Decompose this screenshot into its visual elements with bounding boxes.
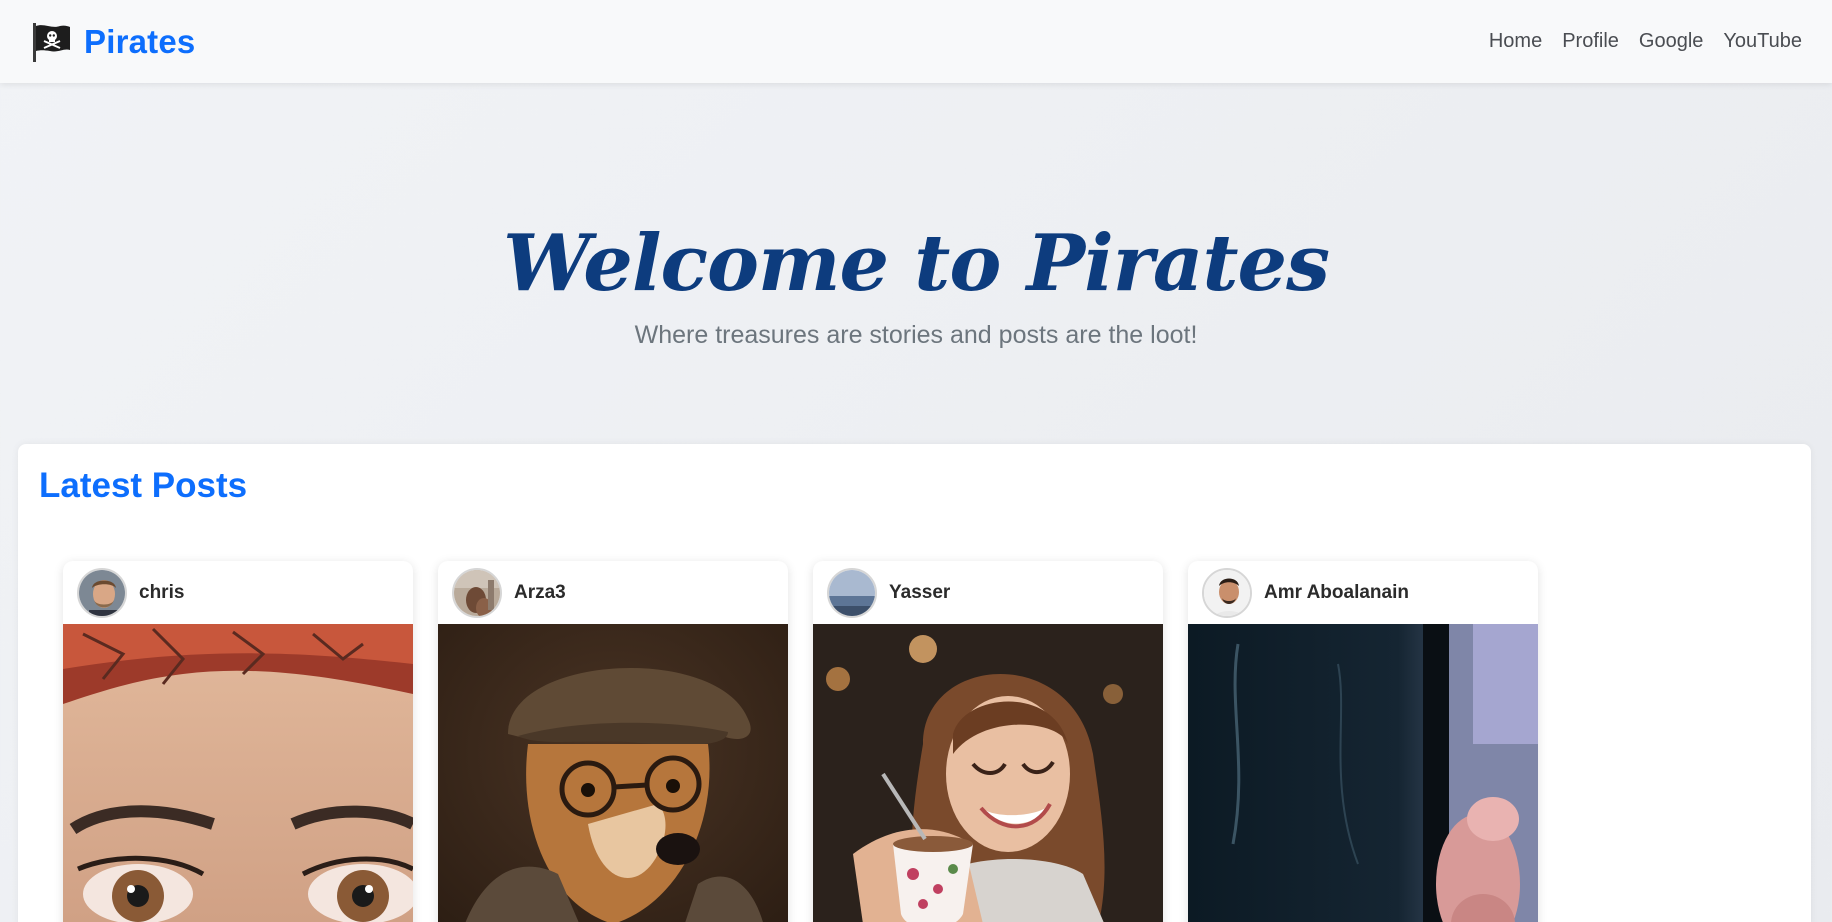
nav-link-youtube[interactable]: YouTube	[1723, 30, 1802, 53]
post-username[interactable]: chris	[139, 582, 184, 604]
pirate-flag-icon	[33, 22, 70, 62]
hero-subtitle: Where treasures are stories and posts ar…	[634, 321, 1198, 349]
post-image[interactable]	[63, 624, 413, 922]
post-header: Arza3	[438, 561, 788, 624]
section-title: Latest Posts	[39, 466, 248, 505]
post-header: Amr Aboalanain	[1188, 561, 1538, 624]
post-header: chris	[63, 561, 413, 624]
hero-title: Welcome to Pirates	[502, 218, 1330, 309]
avatar[interactable]	[1202, 567, 1252, 618]
nav-links: Home Profile Google YouTube	[1489, 30, 1802, 53]
brand-name: Pirates	[84, 22, 196, 60]
post-image[interactable]	[1188, 624, 1538, 922]
post-header: Yasser	[813, 561, 1163, 624]
avatar[interactable]	[77, 567, 127, 618]
post-card[interactable]: Arza3	[438, 561, 788, 922]
brand-link[interactable]: Pirates	[30, 20, 195, 64]
nav-link-google[interactable]: Google	[1639, 30, 1704, 53]
post-username[interactable]: Yasser	[889, 582, 950, 604]
navbar: Pirates Home Profile Google YouTube	[0, 0, 1832, 83]
post-username[interactable]: Amr Aboalanain	[1264, 582, 1409, 604]
post-card[interactable]: Amr Aboalanain	[1188, 561, 1538, 922]
hero-section: Welcome to Pirates Where treasures are s…	[0, 83, 1832, 444]
post-card[interactable]: Yasser	[813, 561, 1163, 922]
avatar[interactable]	[452, 567, 502, 618]
post-username[interactable]: Arza3	[514, 582, 566, 604]
nav-link-profile[interactable]: Profile	[1562, 30, 1619, 53]
post-card[interactable]: chris	[63, 561, 413, 922]
nav-link-home[interactable]: Home	[1489, 30, 1542, 53]
post-image[interactable]	[438, 624, 788, 922]
post-image[interactable]	[813, 624, 1163, 922]
avatar[interactable]	[827, 567, 877, 618]
latest-posts-panel: Latest Posts chris Arza3 Yasser Amr Aboa…	[18, 444, 1811, 922]
